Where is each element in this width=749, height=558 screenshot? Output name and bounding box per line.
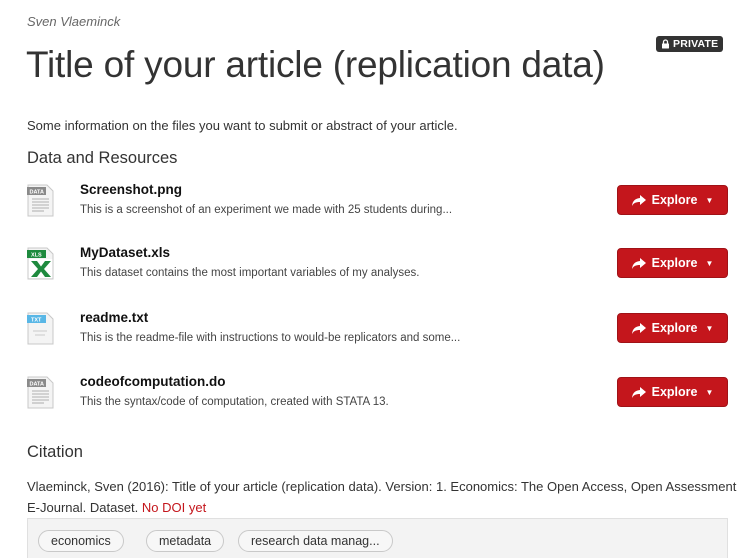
share-arrow-icon (631, 194, 646, 206)
explore-button[interactable]: Explore ▼ (617, 377, 728, 407)
share-arrow-icon (631, 257, 646, 269)
svg-text:XLS: XLS (31, 253, 42, 259)
resource-item: TXT readme.txt This is the readme-file w… (27, 310, 728, 350)
explore-button[interactable]: Explore ▼ (617, 185, 728, 215)
resource-name[interactable]: readme.txt (80, 310, 148, 325)
resource-item: XLS MyDataset.xls This dataset contains … (27, 245, 728, 285)
explore-label: Explore (651, 385, 698, 399)
share-arrow-icon (631, 322, 646, 334)
svg-text:DATA: DATA (30, 190, 44, 196)
resources-heading: Data and Resources (27, 149, 178, 167)
resource-name[interactable]: codeofcomputation.do (80, 374, 226, 389)
data-file-icon: DATA (27, 376, 54, 409)
citation-text: Vlaeminck, Sven (2016): Title of your ar… (27, 476, 737, 518)
private-badge: PRIVATE (656, 36, 724, 52)
resource-name[interactable]: MyDataset.xls (80, 245, 170, 260)
svg-text:TXT: TXT (31, 318, 42, 324)
doi-status: No DOI yet (141, 500, 207, 515)
citation-body: Vlaeminck, Sven (2016): Title of your ar… (27, 479, 737, 515)
page-title: Title of your article (replication data) (26, 44, 605, 85)
data-file-icon: DATA (27, 184, 54, 217)
citation-heading: Citation (27, 443, 83, 461)
private-label: PRIVATE (673, 38, 719, 50)
resource-description: This dataset contains the most important… (80, 267, 420, 279)
resource-description: This the syntax/code of computation, cre… (80, 396, 389, 408)
explore-label: Explore (651, 256, 698, 270)
author-name: Sven Vlaeminck (27, 14, 121, 29)
caret-down-icon: ▼ (705, 195, 714, 205)
caret-down-icon: ▼ (705, 258, 714, 268)
caret-down-icon: ▼ (705, 387, 714, 397)
explore-button[interactable]: Explore ▼ (617, 248, 728, 278)
explore-button[interactable]: Explore ▼ (617, 313, 728, 343)
tag-research-data[interactable]: research data manag... (238, 530, 393, 552)
text-file-icon: TXT (27, 312, 54, 345)
resource-item: DATA Screenshot.png This is a screenshot… (27, 182, 728, 222)
tag-list: economics metadata research data manag..… (27, 518, 728, 558)
dataset-notes: Some information on the files you want t… (27, 118, 458, 133)
excel-file-icon: XLS (27, 247, 54, 280)
tag-metadata[interactable]: metadata (146, 530, 225, 552)
resource-description: This is the readme-file with instruction… (80, 332, 461, 344)
resource-description: This is a screenshot of an experiment we… (80, 204, 453, 216)
tag-economics[interactable]: economics (38, 530, 124, 552)
lock-icon (662, 39, 669, 49)
share-arrow-icon (631, 386, 646, 398)
caret-down-icon: ▼ (705, 323, 714, 333)
resource-name[interactable]: Screenshot.png (80, 182, 182, 197)
explore-label: Explore (651, 321, 698, 335)
resource-item: DATA codeofcomputation.do This the synta… (27, 374, 728, 414)
explore-label: Explore (651, 193, 698, 207)
svg-text:DATA: DATA (30, 382, 44, 388)
